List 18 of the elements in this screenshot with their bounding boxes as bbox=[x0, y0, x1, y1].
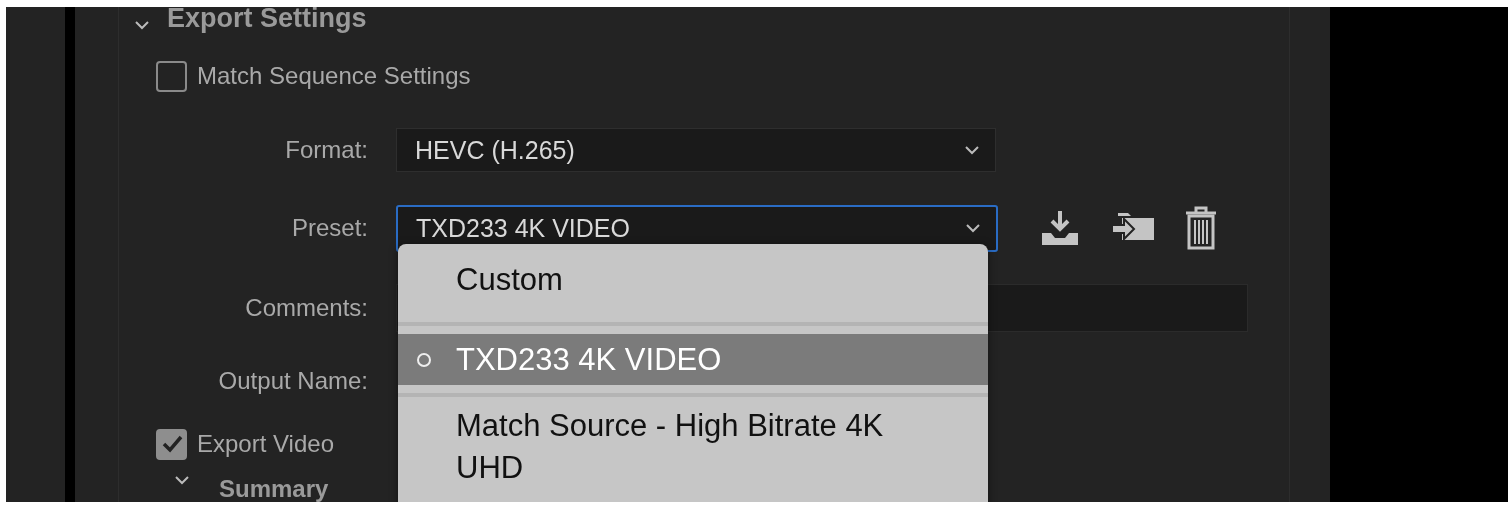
menu-item[interactable]: TXD233 4K VIDEO bbox=[398, 334, 988, 385]
chevron-down-icon bbox=[965, 145, 979, 155]
checkbox-label: Match Sequence Settings bbox=[197, 62, 471, 90]
field-label: Output Name: bbox=[218, 367, 368, 395]
checkbox-label: Export Video bbox=[197, 430, 334, 458]
format-dropdown[interactable]: HEVC (H.265) bbox=[396, 128, 996, 172]
checkbox[interactable] bbox=[156, 60, 187, 92]
chevron-icon bbox=[175, 476, 189, 485]
field-label: Comments: bbox=[245, 294, 368, 322]
trash-icon[interactable] bbox=[1184, 206, 1218, 250]
field-label: Format: bbox=[285, 136, 368, 164]
field-label: Preset: bbox=[291, 214, 368, 242]
menu-item[interactable]: Match Source - High Bitrate 4K UHD bbox=[398, 405, 988, 489]
chevron-down-icon bbox=[966, 223, 980, 233]
checkbox[interactable] bbox=[156, 428, 187, 460]
chevron-icon bbox=[135, 21, 149, 30]
radio-dot-icon bbox=[417, 352, 431, 367]
section-title: Summary bbox=[219, 476, 329, 502]
